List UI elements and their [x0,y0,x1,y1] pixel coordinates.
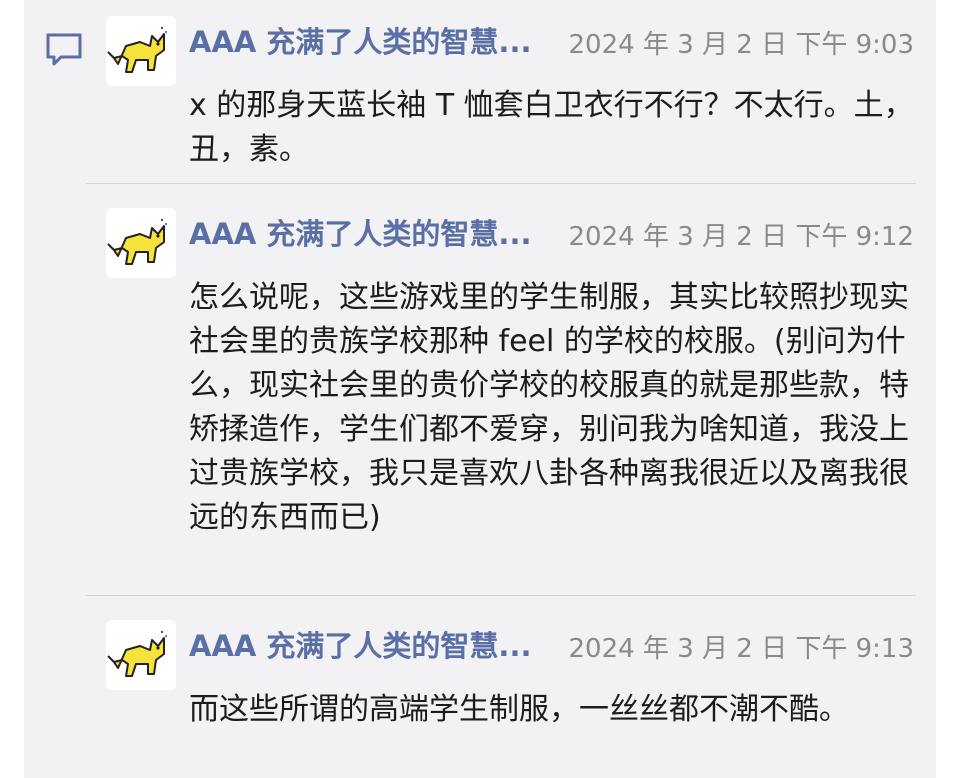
cat-avatar-icon [107,218,167,265]
comment-item: AAA 充满了人类的智慧... 2024 年 3 月 2 日 下午 9:12 怎… [106,208,920,588]
comment-item: AAA 充满了人类的智慧... 2024 年 3 月 2 日 下午 9:03 x… [106,16,920,176]
comment-divider [86,183,916,184]
comment-author[interactable]: AAA 充满了人类的智慧... [189,22,585,62]
comment-timestamp: 2024 年 3 月 2 日 下午 9:13 [568,634,915,664]
comment-icon[interactable] [44,30,86,72]
comment-timestamp: 2024 年 3 月 2 日 下午 9:03 [568,30,915,60]
avatar[interactable] [106,16,176,86]
comment-timestamp: 2024 年 3 月 2 日 下午 9:12 [568,222,915,252]
cat-avatar-icon [107,26,167,73]
comment-author[interactable]: AAA 充满了人类的智慧... [189,626,585,666]
comment-text: 怎么说呢，这些游戏里的学生制服，其实比较照抄现实社会里的贵族学校那种 feel … [189,280,909,535]
comment-author[interactable]: AAA 充满了人类的智慧... [189,214,585,254]
cat-avatar-icon [107,630,167,677]
comment-text: 而这些所谓的高端学生制服，一丝丝都不潮不酷。 [189,692,849,727]
avatar[interactable] [106,620,176,690]
comment-item: AAA 充满了人类的智慧... 2024 年 3 月 2 日 下午 9:13 而… [106,620,920,770]
comment-text: x 的那身天蓝长袖 T 恤套白卫衣行不行？不太行。土，丑，素。 [189,88,914,167]
comment-divider [86,595,916,596]
avatar[interactable] [106,208,176,278]
